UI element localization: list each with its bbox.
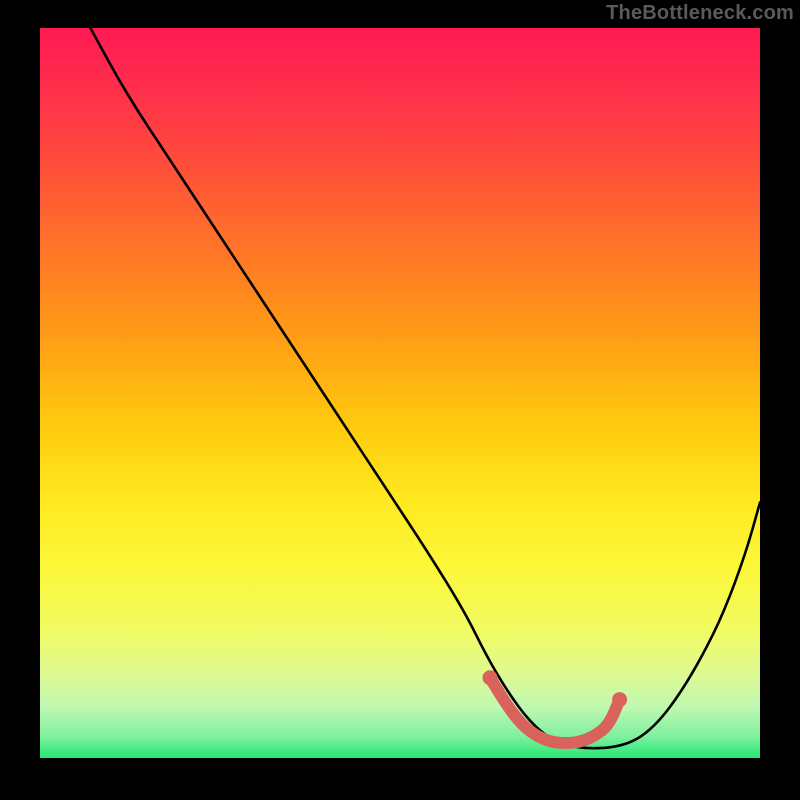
gradient-background [40,28,760,758]
chart-frame: TheBottleneck.com [0,0,800,800]
chart-svg [40,28,760,758]
watermark-text: TheBottleneck.com [606,2,794,25]
plot-area [40,28,760,758]
optimal-range-endpoint [483,670,498,685]
optimal-range-endpoint [612,692,627,707]
